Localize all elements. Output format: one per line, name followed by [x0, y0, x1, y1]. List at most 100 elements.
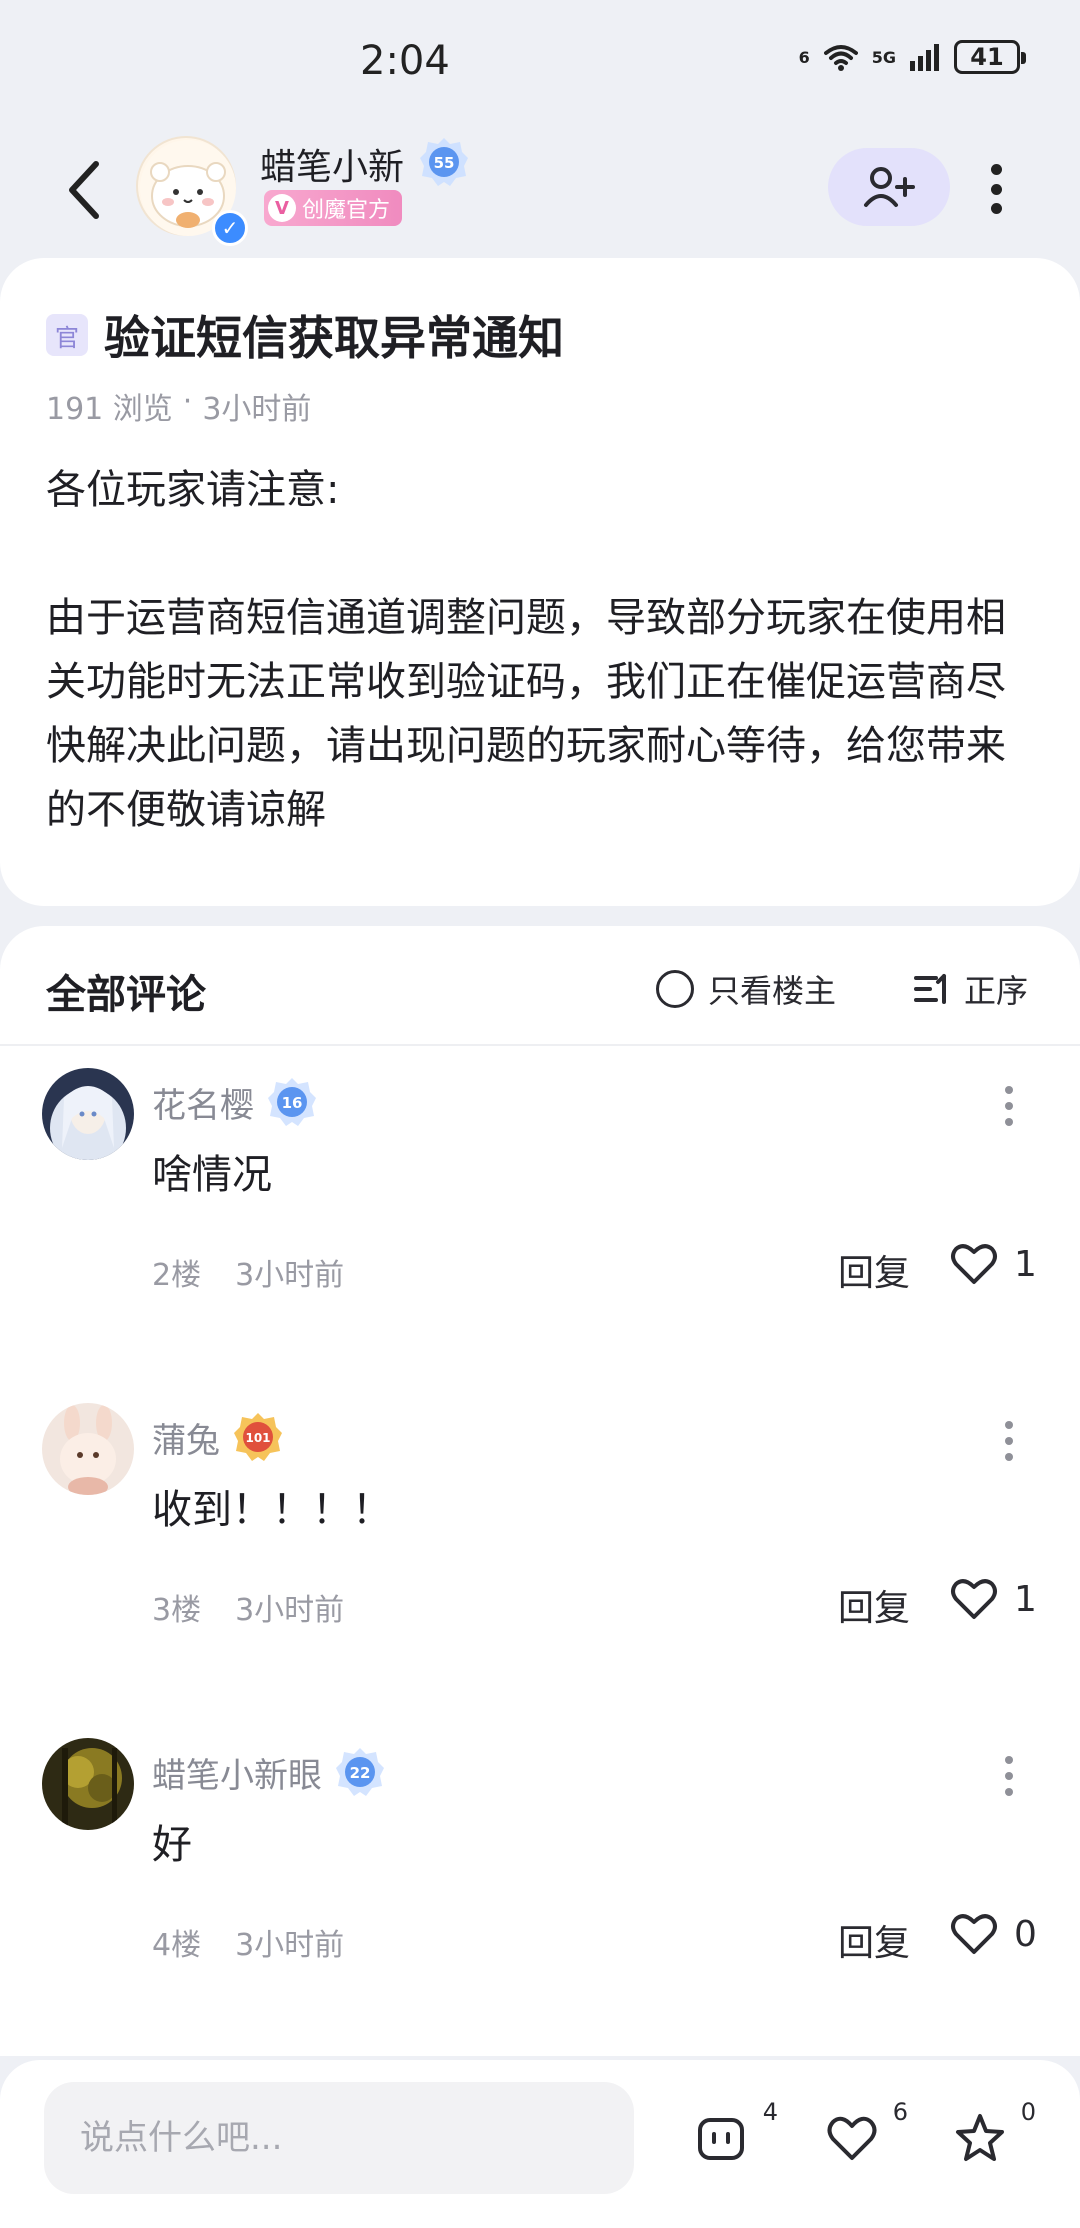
comments-header: 全部评论 只看楼主 正序	[0, 926, 1080, 1046]
comment-meta: 4楼 3小时前	[152, 1920, 344, 1964]
verified-check-icon: ✓	[212, 210, 248, 246]
comment-more-button[interactable]	[1002, 1756, 1016, 1796]
level-badge-icon: 22	[336, 1748, 384, 1796]
heart-icon	[951, 1244, 997, 1284]
comment-text: 啥情况	[152, 1152, 272, 1198]
author-level-text: 55	[434, 154, 455, 172]
back-button[interactable]	[58, 154, 108, 226]
dot-icon	[1005, 1437, 1013, 1445]
chevron-left-icon	[69, 161, 99, 219]
comment-input[interactable]	[44, 2082, 634, 2194]
post-header: ✓ 蜡笔小新 55 V 创魔官方	[0, 120, 1080, 260]
comment-text: 收到！！！！	[152, 1487, 392, 1533]
level-badge-icon: 16	[268, 1078, 316, 1126]
like-button[interactable]: 1	[950, 1242, 1037, 1286]
comment-text: 好	[152, 1822, 192, 1868]
post-card: 官 验证短信获取异常通知 191 浏览 · 3小时前 各位玩家请注意: 由于运营…	[0, 258, 1080, 906]
dot-icon	[1005, 1102, 1013, 1110]
post-paragraph: 由于运营商短信通道调整问题，导致部分玩家在使用相关功能时无法正常收到验证码，我们…	[46, 595, 1006, 833]
level-badge-icon: 101	[234, 1413, 282, 1461]
commenter-info: 蒲兔 101	[152, 1411, 284, 1463]
heart-icon	[951, 1914, 997, 1954]
commenter-avatar[interactable]	[42, 1738, 134, 1830]
favorite-count: 0	[1020, 2098, 1036, 2126]
commenter-info: 蜡笔小新眼 22	[152, 1746, 386, 1798]
post-time: 3小时前	[202, 392, 312, 427]
status-bar: 2:04 6 5G 41	[0, 0, 1080, 120]
only-op-toggle[interactable]: 只看楼主	[656, 966, 836, 1012]
sort-label: 正序	[964, 972, 1029, 1010]
like-count: 0	[1014, 1913, 1037, 1955]
dot-icon	[1005, 1453, 1013, 1461]
dot-icon	[1005, 1756, 1013, 1764]
reply-button[interactable]: 回复	[838, 1244, 910, 1296]
more-options-button[interactable]	[984, 156, 1008, 222]
like-button[interactable]: 1	[950, 1577, 1037, 1621]
official-v-icon: V	[268, 194, 296, 222]
comment-item: 蒲兔 101 收到！！！！ 3楼 3小时前 回复 1	[0, 1381, 1080, 1711]
comment-time: 3小时前	[235, 1928, 345, 1963]
author-name[interactable]: 蜡笔小新	[260, 138, 404, 190]
commenter-level-text: 101	[245, 1431, 270, 1445]
post-title-row: 官 验证短信获取异常通知	[46, 302, 564, 368]
dot-icon	[1005, 1788, 1013, 1796]
sort-icon	[914, 974, 946, 1004]
battery-icon: 41	[954, 40, 1026, 74]
dot-icon	[1005, 1086, 1013, 1094]
favorite-button[interactable]: 0	[954, 2098, 1036, 2174]
status-time: 2:04	[360, 38, 450, 84]
heart-icon	[827, 2116, 877, 2160]
comment-count-button[interactable]: 4	[696, 2098, 778, 2174]
commenter-level-text: 22	[350, 1764, 371, 1782]
author-level-badge: 55	[418, 136, 470, 188]
radio-circle-icon	[656, 970, 694, 1008]
like-count: 1	[1014, 1578, 1037, 1620]
post-views: 191 浏览	[46, 392, 173, 427]
commenter-avatar[interactable]	[42, 1403, 134, 1495]
dot-icon	[990, 183, 1002, 195]
commenter-name[interactable]: 蒲兔	[152, 1413, 220, 1462]
comment-time: 3小时前	[235, 1593, 345, 1628]
dot-icon	[990, 203, 1002, 214]
meta-separator: ·	[182, 384, 193, 419]
battery-level: 41	[970, 43, 1004, 71]
bunny-avatar-icon	[42, 1403, 134, 1495]
comments-title: 全部评论	[46, 972, 206, 1018]
post-like-button[interactable]: 6	[826, 2098, 908, 2174]
comment-item: 蜡笔小新眼 22 好 4楼 3小时前 回复 0	[0, 1716, 1080, 2046]
post-paragraph: 各位玩家请注意:	[46, 467, 340, 513]
follow-button[interactable]	[828, 148, 950, 226]
comment-more-button[interactable]	[1002, 1086, 1016, 1126]
comments-section: 全部评论 只看楼主 正序 花名樱 16 啥情况 2楼 3小时前 回复 1 蒲兔 …	[0, 926, 1080, 2056]
commenter-level-badge: 101	[232, 1411, 284, 1463]
sort-order-button[interactable]: 正序	[914, 966, 1028, 1012]
dot-icon	[1005, 1118, 1013, 1126]
dot-icon	[990, 164, 1002, 175]
comment-time: 3小时前	[235, 1258, 345, 1293]
official-post-icon: 官	[46, 314, 88, 356]
like-button[interactable]: 0	[950, 1912, 1037, 1956]
commenter-name[interactable]: 花名樱	[152, 1078, 254, 1127]
dot-icon	[1005, 1772, 1013, 1780]
comment-more-button[interactable]	[1002, 1421, 1016, 1461]
commenter-name[interactable]: 蜡笔小新眼	[152, 1748, 322, 1797]
commenter-info: 花名樱 16	[152, 1076, 318, 1128]
official-tag-label: 创魔官方	[302, 198, 391, 223]
comment-count: 4	[762, 2098, 778, 2126]
post-title: 验证短信获取异常通知	[104, 311, 564, 365]
forest-avatar-icon	[42, 1738, 134, 1830]
comment-item: 花名樱 16 啥情况 2楼 3小时前 回复 1	[0, 1046, 1080, 1376]
commenter-level-badge: 22	[334, 1746, 386, 1798]
author-avatar[interactable]: ✓	[136, 136, 248, 246]
comment-icon	[698, 2118, 744, 2160]
bottom-action-bar: 4 6 0	[0, 2060, 1080, 2228]
comment-floor: 3楼	[152, 1593, 202, 1628]
only-op-label: 只看楼主	[708, 972, 837, 1010]
commenter-level-text: 16	[282, 1094, 303, 1112]
comment-floor: 2楼	[152, 1258, 202, 1293]
add-user-icon	[864, 167, 915, 207]
reply-button[interactable]: 回复	[838, 1579, 910, 1631]
post-like-count: 6	[892, 2098, 908, 2126]
commenter-avatar[interactable]	[42, 1068, 134, 1160]
reply-button[interactable]: 回复	[838, 1914, 910, 1966]
